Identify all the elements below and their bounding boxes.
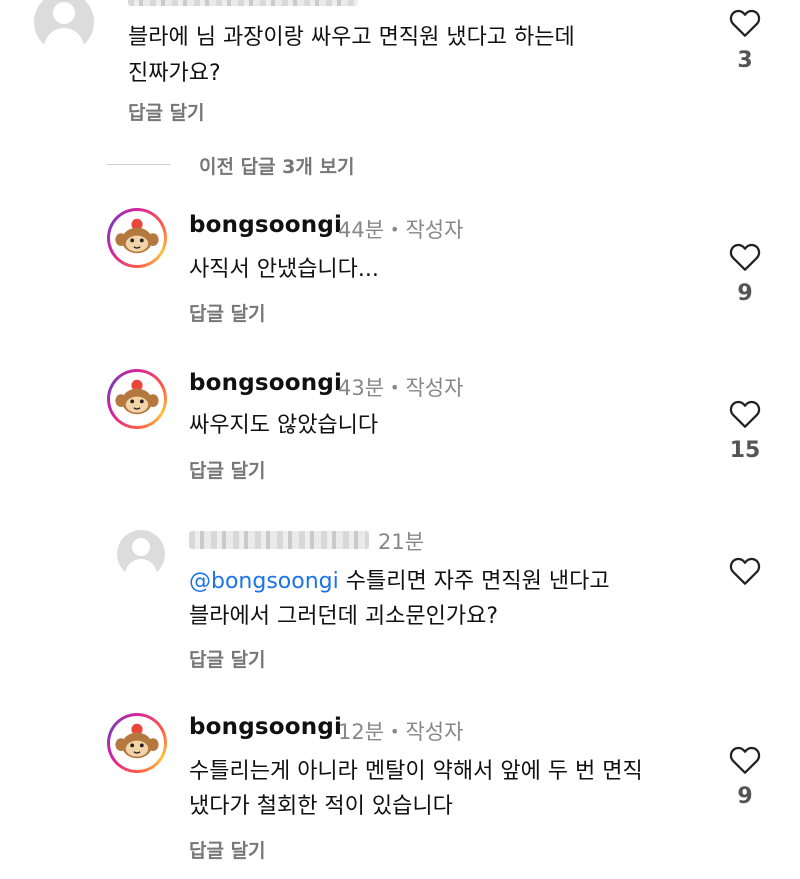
timestamp: 21분 [378,530,425,554]
mention-link[interactable]: @bongsoongi [189,569,339,594]
blurred-username [189,531,369,549]
like-count: 3 [737,48,753,73]
author-badge: 작성자 [405,720,464,744]
like-count: 9 [737,281,753,306]
reply-button[interactable]: 답글 달기 [189,299,266,326]
separator-dot: • [390,220,400,239]
monkey-avatar-icon [115,379,159,415]
comment-text: 수틀리는게 아니라 멘탈이 약해서 앞에 두 번 면직 [189,759,643,784]
heart-outline-icon[interactable] [729,242,761,272]
blurred-username [128,0,358,6]
timestamp: 43분 [338,376,385,400]
comment-text: @bongsoongi 수틀리면 자주 면직원 낸다고 [189,564,610,600]
author-badge: 작성자 [405,218,464,242]
view-previous-replies-button[interactable]: 이전 답글 3개 보기 [199,152,354,179]
username[interactable]: bongsoongi [189,212,342,238]
default-avatar-icon[interactable] [117,530,165,578]
heart-outline-icon[interactable] [729,399,761,429]
comment-text-body: 수틀리면 자주 면직원 낸다고 [338,569,610,594]
reply-button[interactable]: 답글 달기 [189,836,266,863]
comment-text-line2: 냈다가 철회한 적이 있습니다 [189,794,453,819]
reply-button[interactable]: 답글 달기 [189,456,266,483]
heart-outline-icon[interactable] [729,745,761,775]
monkey-avatar-icon [115,723,159,759]
default-avatar-icon[interactable] [34,0,94,52]
heart-outline-icon[interactable] [729,8,761,38]
username[interactable]: bongsoongi [189,714,342,740]
avatar[interactable] [107,713,167,773]
comment-text: 싸우지도 않았습니다 [189,413,379,438]
comment-text-line2: 진짜가요? [128,61,221,86]
timestamp: 44분 [338,218,385,242]
reply-button[interactable]: 답글 달기 [189,645,266,672]
username[interactable]: bongsoongi [189,370,342,396]
comment-meta: 43분 • 작성자 [338,372,463,402]
heart-outline-icon[interactable] [729,556,761,586]
monkey-avatar-icon [115,218,159,254]
separator-dot: • [390,378,400,397]
separator-dot: • [390,722,400,741]
comment-meta: 44분 • 작성자 [338,214,463,244]
comment-meta: 12분 • 작성자 [338,716,463,746]
comment-text: 블라에 님 과장이랑 싸우고 면직원 냈다고 하는데 [128,25,575,50]
divider-line [107,164,170,165]
like-count: 9 [737,784,753,809]
comment-text-line2: 블라에서 그러던데 괴소문인가요? [189,604,499,629]
avatar[interactable] [107,369,167,429]
author-badge: 작성자 [405,376,464,400]
reply-button[interactable]: 답글 달기 [128,98,205,125]
like-count: 15 [729,438,761,463]
avatar[interactable] [107,208,167,268]
comment-text: 사직서 안냈습니다... [189,257,379,282]
timestamp: 12분 [338,720,385,744]
